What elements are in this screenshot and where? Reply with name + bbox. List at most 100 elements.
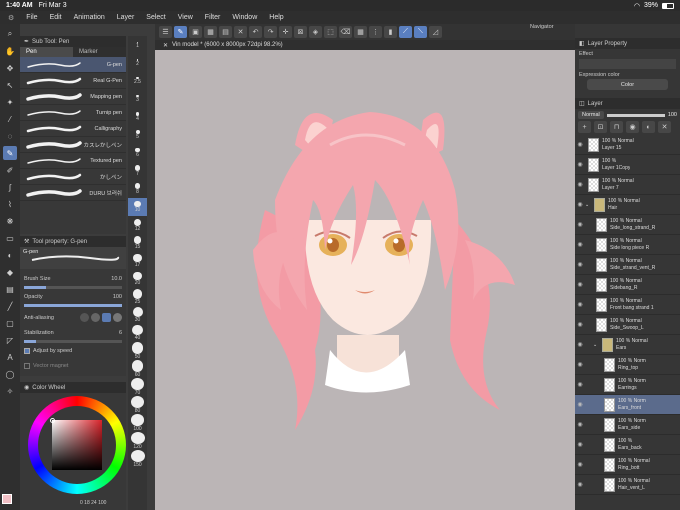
ruler-icon[interactable]: ◸ <box>3 333 17 347</box>
redo-icon[interactable]: ↷ <box>264 26 277 38</box>
deselect-icon[interactable]: ⊠ <box>294 26 307 38</box>
undo-icon[interactable]: ↶ <box>249 26 262 38</box>
folder-toggle-icon[interactable]: ⌄ <box>585 202 591 208</box>
menu-animation[interactable]: Animation <box>68 14 111 21</box>
balloon-icon[interactable]: ◯ <box>3 367 17 381</box>
brush-size-slider[interactable] <box>24 286 122 289</box>
menu-filter[interactable]: Filter <box>199 14 227 21</box>
antialias-options[interactable] <box>80 313 122 322</box>
zoom-icon[interactable]: ⌕ <box>3 27 17 41</box>
snap-line-icon[interactable]: ⟋ <box>399 26 412 38</box>
subtool-item[interactable]: カスレかしペン <box>20 137 126 153</box>
brush-size-option[interactable]: 10 <box>128 198 147 216</box>
menu-select[interactable]: Select <box>140 14 171 21</box>
layer-row[interactable]: ◉ 100 % Norm Ears_side <box>575 415 680 435</box>
layer-row[interactable]: ◉ 100 % Normal Front bang strand 1 <box>575 295 680 315</box>
brush-size-option[interactable]: 120 <box>128 432 147 450</box>
film-icon[interactable]: ▦ <box>204 26 217 38</box>
doc-icon[interactable]: ▤ <box>219 26 232 38</box>
correct-line-icon[interactable]: ✧ <box>3 384 17 398</box>
subtool-item[interactable]: Real G-Pen <box>20 73 126 89</box>
subtool-item[interactable]: Turnip pen <box>20 105 126 121</box>
ruler-snap-icon[interactable]: ▮ <box>384 26 397 38</box>
effect-buttons[interactable] <box>579 59 676 69</box>
perspective-icon[interactable]: ◿ <box>429 26 442 38</box>
visibility-eye-icon[interactable]: ◉ <box>575 201 585 208</box>
airbrush-icon[interactable]: ⌇ <box>3 197 17 211</box>
brush-icon[interactable]: ∫ <box>3 180 17 194</box>
lasso-icon[interactable]: ◌ <box>3 129 17 143</box>
document-tab[interactable]: ✕ Vin model * (6000 x 8000px 72dpi 98.2%) <box>155 40 575 50</box>
visibility-eye-icon[interactable]: ◉ <box>575 141 585 148</box>
reference-icon[interactable]: ◉ <box>626 121 639 133</box>
eraser-icon[interactable]: ▭ <box>3 231 17 245</box>
brush-size-option[interactable]: 80 <box>128 396 147 414</box>
visibility-eye-icon[interactable]: ◉ <box>575 181 585 188</box>
lock-icon[interactable]: ⊡ <box>594 121 607 133</box>
mask-icon[interactable]: ◐ <box>642 121 655 133</box>
layer-row[interactable]: ◉ 100 % Normal Ring_bott <box>575 455 680 475</box>
visibility-eye-icon[interactable]: ◉ <box>575 441 585 448</box>
menu-help[interactable]: Help <box>263 14 289 21</box>
menu-view[interactable]: View <box>172 14 199 21</box>
eyedropper-icon[interactable]: ⁄ <box>3 112 17 126</box>
layer-row[interactable]: ◉ 100 % Normal Layer 7 <box>575 175 680 195</box>
visibility-eye-icon[interactable]: ◉ <box>575 381 585 388</box>
stabilization-value[interactable]: 6 <box>119 330 122 336</box>
menu-file[interactable]: File <box>20 14 43 21</box>
delete-layer-icon[interactable]: ✕ <box>658 121 671 133</box>
clear-icon[interactable]: ⌫ <box>339 26 352 38</box>
gradient-icon[interactable]: ▤ <box>3 282 17 296</box>
expression-color-select[interactable]: Color <box>587 79 668 90</box>
visibility-eye-icon[interactable]: ◉ <box>575 301 585 308</box>
layer-row[interactable]: ◉ 100 % Normal Sidebang_R <box>575 275 680 295</box>
brush-size-value[interactable]: 10.0 <box>111 276 122 282</box>
color-picker-handle[interactable] <box>50 418 55 423</box>
visibility-eye-icon[interactable]: ◉ <box>575 241 585 248</box>
layer-row[interactable]: ◉ 100 % Normal Layer 15 <box>575 135 680 155</box>
canvas[interactable] <box>155 50 575 510</box>
brush-size-option[interactable]: 150 <box>128 450 147 468</box>
visibility-eye-icon[interactable]: ◉ <box>575 481 585 488</box>
brush-size-option[interactable]: 2.5 <box>128 72 147 90</box>
antialias-weak[interactable] <box>91 313 100 322</box>
subtool-item[interactable]: Mapping pen <box>20 89 126 105</box>
antialias-medium[interactable] <box>102 313 111 322</box>
layer-row[interactable]: ◉ 100 % Normal Side long piece R <box>575 235 680 255</box>
visibility-eye-icon[interactable]: ◉ <box>575 401 585 408</box>
snap-icon[interactable]: ⋮ <box>369 26 382 38</box>
menu-layer[interactable]: Layer <box>111 14 141 21</box>
layer-row[interactable]: ◉ 100 % Normal Hair_vent_L <box>575 475 680 495</box>
transform-icon[interactable]: ✛ <box>279 26 292 38</box>
stabilization-slider[interactable] <box>24 340 122 343</box>
brush-size-option[interactable]: 12 <box>128 216 147 234</box>
trash-icon[interactable]: ✕ <box>234 26 247 38</box>
brush-size-option[interactable]: 17 <box>128 252 147 270</box>
select-icon[interactable]: ↖ <box>3 78 17 92</box>
close-tab-icon[interactable]: ✕ <box>163 42 168 49</box>
foreground-color-swatch[interactable] <box>2 494 12 504</box>
save-icon[interactable]: ▣ <box>189 26 202 38</box>
brush-size-option[interactable]: 2 <box>128 54 147 72</box>
brush-size-option[interactable]: 6 <box>128 144 147 162</box>
antialias-strong[interactable] <box>113 313 122 322</box>
subtool-item[interactable]: かしペン <box>20 169 126 185</box>
hand-icon[interactable]: ✋ <box>3 44 17 58</box>
brush-size-option[interactable]: 3 <box>128 90 147 108</box>
visibility-eye-icon[interactable]: ◉ <box>575 161 585 168</box>
fill-icon[interactable]: ◆ <box>3 265 17 279</box>
visibility-eye-icon[interactable]: ◉ <box>575 361 585 368</box>
new-layer-icon[interactable]: + <box>578 121 591 133</box>
layer-row[interactable]: ◉ 100 % Norm Earrings <box>575 375 680 395</box>
pencil-icon[interactable]: ✐ <box>3 163 17 177</box>
menu-edit[interactable]: Edit <box>44 14 68 21</box>
opacity-slider[interactable] <box>24 304 122 307</box>
visibility-eye-icon[interactable]: ◉ <box>575 461 585 468</box>
hamburger-icon[interactable]: ☰ <box>159 26 172 38</box>
invert-icon[interactable]: ⬚ <box>324 26 337 38</box>
layer-row[interactable]: ◉ 100 % Ears_back <box>575 435 680 455</box>
subtool-item[interactable]: Calligraphy <box>20 121 126 137</box>
brush-size-option[interactable]: 20 <box>128 270 147 288</box>
antialias-none[interactable] <box>80 313 89 322</box>
brush-size-option[interactable]: 50 <box>128 342 147 360</box>
